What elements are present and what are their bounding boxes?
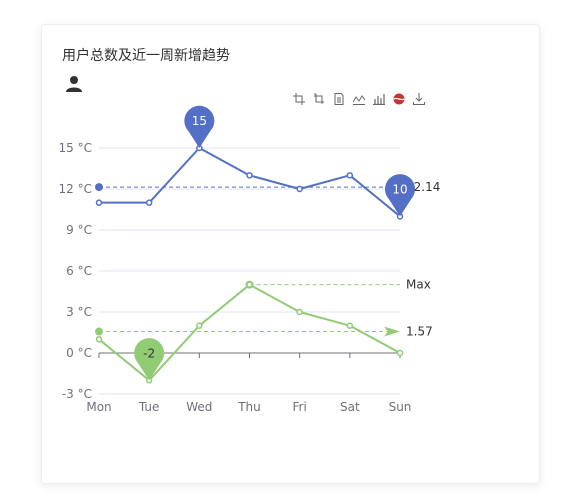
x-tick-label: Sun	[389, 400, 412, 414]
x-tick-label: Thu	[237, 400, 261, 414]
y-tick-label: 3 °C	[66, 305, 92, 319]
x-tick-label: Fri	[293, 400, 307, 414]
low-min-pin-label: -2	[143, 346, 155, 360]
low-data-point	[95, 336, 103, 343]
y-tick-label: 9 °C	[66, 223, 92, 237]
low-max-label: Max	[406, 278, 431, 292]
low-average-label: 1.57	[406, 325, 433, 339]
x-tick-label: Tue	[138, 400, 160, 414]
low-data-point	[196, 322, 203, 329]
high-average-start	[95, 183, 103, 192]
x-tick-label: Sat	[340, 400, 360, 414]
low-data-point	[246, 281, 253, 288]
high-min-pin-label: 10	[392, 182, 407, 196]
y-tick-label: 12 °C	[59, 182, 92, 196]
high-series-line	[99, 147, 401, 218]
y-tick-label: -3 °C	[62, 387, 92, 401]
low-data-point	[346, 322, 354, 329]
low-data-point	[296, 308, 303, 316]
high-max-pin-label: 15	[192, 114, 207, 128]
low-average-start	[95, 327, 103, 336]
high-data-point	[296, 185, 303, 193]
high-data-point	[346, 172, 354, 179]
x-tick-label: Wed	[186, 400, 212, 414]
y-tick-label: 15 °C	[59, 141, 92, 155]
high-data-point	[246, 172, 253, 179]
high-data-point	[145, 199, 153, 206]
y-tick-label: 0 °C	[66, 346, 92, 360]
x-tick-label: Mon	[86, 400, 111, 414]
line-chart: 15 °C 12 °C 9 °C 6 °C 3 °C 0 °C -3 °CMon Tue Wed…	[59, 105, 440, 414]
low-data-point	[396, 349, 404, 357]
y-tick-label: 6 °C	[66, 264, 92, 278]
high-data-point	[95, 199, 103, 206]
